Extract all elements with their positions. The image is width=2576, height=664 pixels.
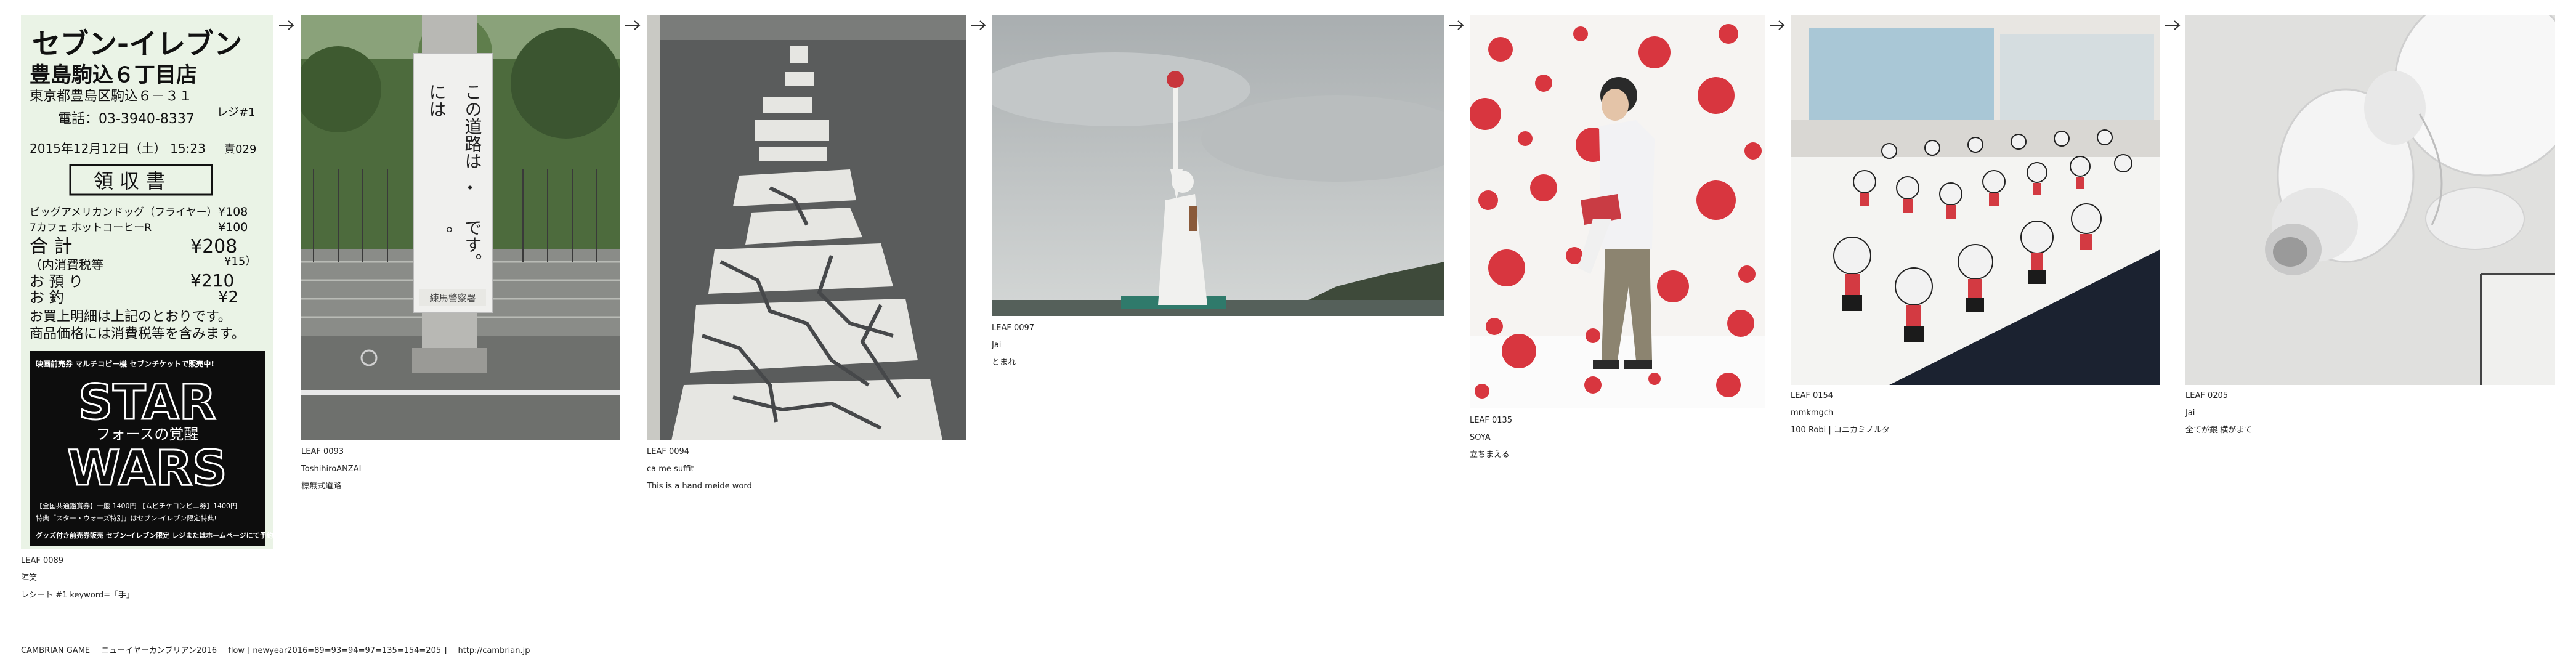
ad-bottom: グッズ付き前売券販売 セブン-イレブン限定 レジまたはホームページにて予約受付中… <box>36 531 273 540</box>
leaf-author[interactable]: ca me suffit <box>647 464 694 474</box>
polka-dot-illustration <box>1470 15 1765 408</box>
ad-bonus: 特典「スター・ウォーズ特別」はセブン-イレブン限定特典! <box>36 514 217 522</box>
leaf-author[interactable]: 陣笑 <box>21 573 37 583</box>
star-wars-ad: 映画前売券 マルチコピー機 セブンチケットで販売中! STAR フォースの覚醒 … <box>30 351 273 546</box>
receipt-item-price: ¥108 <box>218 205 248 219</box>
robot-exhibition-photo[interactable] <box>1791 15 2160 385</box>
sign-dot-mid: ・ <box>461 178 479 198</box>
receipt-address: 東京都豊島区駒込６－３１ <box>30 89 192 104</box>
sign-text-left: には <box>427 83 447 118</box>
leaf-card[interactable]: セブン-イレブン 豊島駒込６丁目店 東京都豊島区駒込６－３１ 電話：03-394… <box>21 15 273 600</box>
statue-of-liberty-replica-photo[interactable] <box>992 15 1444 316</box>
site-name[interactable]: CAMBRIAN GAME <box>21 646 90 655</box>
white-robot-closeup-photo[interactable] <box>2185 15 2555 385</box>
leaf-title: 全てが銀 横がまて <box>2185 426 2253 435</box>
receipt-total-label: 合 計 <box>30 236 73 257</box>
leaf-title: レシート #1 keyword=「手」 <box>21 591 135 600</box>
receipt-change: ¥2 <box>218 288 238 307</box>
ad-title-star: STAR <box>78 375 216 431</box>
ad-top-text: 映画前売券 マルチコピー機 セブンチケットで販売中! <box>36 359 214 368</box>
arrow-right-icon <box>279 20 294 30</box>
arrow-right-icon <box>2165 20 2181 30</box>
white-robot-illustration <box>2185 15 2555 385</box>
receipt-tax: ¥15） <box>224 255 256 268</box>
arrow-right-icon <box>971 20 986 30</box>
receipt-slip: 責029 <box>224 143 256 156</box>
sign-footer: 練馬警察署 <box>429 293 476 304</box>
leaf-id: LEAF 0093 <box>301 447 344 456</box>
receipt-paid-label: お 預 り <box>30 273 83 290</box>
receipt-total: ¥208 <box>190 236 237 257</box>
arrow-right-icon <box>1770 20 1785 30</box>
receipt-register: レジ#1 <box>217 106 256 119</box>
leaf-card[interactable]: この道路は には ・ 。 です。 練馬警察署 LEAF 0093 Toshihi… <box>301 15 620 491</box>
site-subtitle: ニューイヤーカンブリアン2016 <box>101 646 217 655</box>
receipt-tax-label: （内消費税等 <box>30 257 103 272</box>
receipt-note: 商品価格には消費税等を含みます。 <box>30 326 245 342</box>
leaf-id: LEAF 0154 <box>1791 391 1834 400</box>
receipt-illustration: セブン-イレブン 豊島駒込６丁目店 東京都豊島区駒込６－３１ 電話：03-394… <box>21 15 273 549</box>
leaf-id: LEAF 0135 <box>1470 416 1513 425</box>
polka-dot-room-photo[interactable] <box>1470 15 1765 408</box>
ad-price: 【全国共通鑑賞券】一般 1400円 【ムビチケコンビニ券】1400円 <box>36 501 237 510</box>
leaf-id: LEAF 0205 <box>2185 391 2229 400</box>
leaf-title: 立ちまえる <box>1470 450 1510 460</box>
leaf-title: This is a hand meide word <box>647 482 752 491</box>
arrow-right-icon <box>625 20 641 30</box>
leaf-title: 100 Robi | コニカミノルタ <box>1791 426 1890 435</box>
road-sign-pole-photo[interactable]: この道路は には ・ 。 です。 練馬警察署 <box>301 15 620 440</box>
leaf-author[interactable]: Jai <box>2185 408 2195 418</box>
cracked-road-illustration <box>647 15 966 440</box>
leaf-card[interactable]: LEAF 0094 ca me suffit This is a hand me… <box>647 15 966 491</box>
leaf-author[interactable]: ToshihiroANZAI <box>301 464 361 474</box>
receipt-item-name: 7カフェ ホットコーヒーR <box>30 222 152 234</box>
receipt-note: お買上明細は上記のとおりです。 <box>30 309 232 325</box>
leaf-id: LEAF 0097 <box>992 323 1035 333</box>
flow-path: flow [ newyear2016=89=93=94=97=135=154=2… <box>228 646 447 655</box>
leaf-author[interactable]: Jai <box>992 341 1001 350</box>
sign-text-right: この道路は <box>463 83 483 169</box>
footer: CAMBRIAN GAME ニューイヤーカンブリアン2016 flow [ ne… <box>21 644 530 655</box>
road-sign-illustration: この道路は には ・ 。 です。 練馬警察署 <box>301 15 620 440</box>
leaf-title: とまれ <box>992 358 1016 367</box>
receipt-store-line1: セブン-イレブン <box>32 27 242 60</box>
leaf-card[interactable]: LEAF 0135 SOYA 立ちまえる <box>1470 15 1765 460</box>
leaf-card[interactable]: LEAF 0097 Jai とまれ <box>992 15 1444 367</box>
receipt-datetime: 2015年12月12日（土） 15:23 <box>30 141 206 156</box>
receipt-item-name: ビッグアメリカンドッグ（フライヤー） <box>30 206 217 219</box>
leaf-id: LEAF 0089 <box>21 556 64 565</box>
leaf-author[interactable]: SOYA <box>1470 433 1491 443</box>
robot-exhibition-illustration <box>1791 15 2160 385</box>
sign-text-end: です。 <box>463 219 483 270</box>
receipt-store-line2: 豊島駒込６丁目店 <box>30 63 197 87</box>
statue-illustration <box>992 15 1444 316</box>
leaf-title: 標無式道路 <box>301 482 342 491</box>
receipt-item-price: ¥100 <box>218 221 248 234</box>
leaf-card[interactable]: LEAF 0205 Jai 全てが銀 横がまて <box>2185 15 2555 435</box>
site-url-link[interactable]: http://cambrian.jp <box>458 646 530 655</box>
leaf-id: LEAF 0094 <box>647 447 690 456</box>
sign-dot-lower: 。 <box>446 215 463 235</box>
arrow-right-icon <box>1449 20 1464 30</box>
cracked-road-marking-photo[interactable] <box>647 15 966 440</box>
receipt-change-label: お 釣 <box>30 289 64 306</box>
leaf-card[interactable]: LEAF 0154 mmkmgch 100 Robi | コニカミノルタ <box>1791 15 2160 435</box>
ad-title-wars: WARS <box>67 441 227 496</box>
leaf-author[interactable]: mmkmgch <box>1791 408 1833 418</box>
ad-subtitle: フォースの覚醒 <box>96 426 199 443</box>
receipt-photo[interactable]: セブン-イレブン 豊島駒込６丁目店 東京都豊島区駒込６－３１ 電話：03-394… <box>21 15 273 549</box>
receipt-phone: 電話：03-3940-8337 <box>58 111 195 127</box>
receipt-heading: 領 収 書 <box>94 169 165 193</box>
